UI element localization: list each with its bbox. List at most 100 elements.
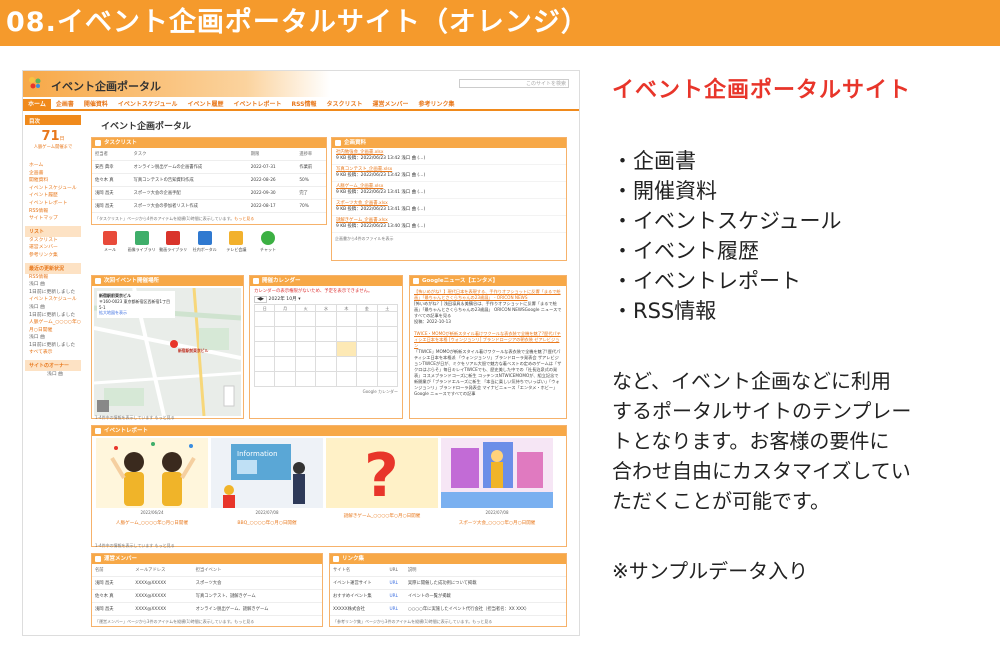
- day-cell[interactable]: [275, 342, 296, 357]
- nav-item[interactable]: イベントレポート: [228, 99, 286, 111]
- nav-item[interactable]: RSS情報: [286, 99, 321, 111]
- day-cell[interactable]: [336, 372, 358, 387]
- news-title-link[interactable]: 【怖いめがね？】現代日本を表現する、手作りオフショットに反響「まるで絵画」「最ち…: [414, 289, 562, 301]
- url-link[interactable]: URL: [386, 602, 405, 616]
- report-title[interactable]: 人脈ゲーム_○○○○年○月○日開催: [96, 520, 208, 526]
- day-cell[interactable]: [336, 312, 358, 327]
- news-title-link[interactable]: TWICE・MOMOが斬新スタイル着けワクールな表衣装で全機を魅了?歴代パティシ…: [414, 331, 562, 349]
- day-cell-today[interactable]: [336, 342, 358, 357]
- recent-item[interactable]: 人脈ゲーム_○○○○年○月○日開催: [25, 319, 81, 334]
- day-cell[interactable]: [377, 312, 398, 327]
- recent-item[interactable]: RSS情報: [25, 274, 81, 282]
- day-cell[interactable]: [377, 372, 398, 387]
- file-item[interactable]: 写真コンテスト_企画書.xlsx 9 KB 投稿：2022/06/23 13:42…: [332, 165, 566, 182]
- nav-item[interactable]: 参考リンク集: [414, 99, 460, 111]
- file-item[interactable]: スポーツ大会_企画書.xlsx 9 KB 投稿：2022/06/23 13:41 …: [332, 199, 566, 216]
- intranet-app[interactable]: 社内ポータル: [190, 231, 220, 253]
- file-item[interactable]: 人脈ゲーム_企画書.xlsx 9 KB 投稿：2022/06/23 13:41 浅…: [332, 182, 566, 199]
- table-row[interactable]: 浅岡 昌夫 スポーツ大会の参加者リスト作成 2022-08-17 70%: [92, 199, 326, 213]
- nav-item[interactable]: イベント履歴: [182, 99, 228, 111]
- side-link[interactable]: イベントスケジュール: [25, 185, 81, 193]
- file-link[interactable]: 謎解きゲーム_企画書.xlsx: [336, 218, 388, 223]
- nav-item[interactable]: 運営メンバー: [368, 99, 414, 111]
- day-cell[interactable]: [316, 312, 337, 327]
- table-row[interactable]: 佐々木 真 XXXX@XXXXX 写真コンテスト、謎解きゲーム: [92, 589, 322, 603]
- day-cell[interactable]: [275, 372, 296, 387]
- file-link[interactable]: スポーツ大会_企画書.xlsx: [336, 201, 388, 206]
- image-library-app[interactable]: 画像ライブラリ: [127, 231, 157, 253]
- report-title[interactable]: BBQ_○○○○年○月○日開催: [211, 520, 323, 526]
- day-cell[interactable]: [316, 372, 337, 387]
- day-cell[interactable]: [377, 357, 398, 372]
- table-row[interactable]: 安西 典幸 オンライン脱出ゲームの企画書作成 2022-07-31 作業前: [92, 160, 326, 174]
- day-cell[interactable]: [336, 327, 358, 342]
- day-cell[interactable]: [295, 342, 317, 357]
- table-row[interactable]: 佐々木 真写真コンテストの告知資料作成 2022-08-26 50%: [92, 173, 326, 187]
- day-cell[interactable]: [295, 327, 317, 342]
- day-cell[interactable]: [316, 327, 337, 342]
- report-item[interactable]: Information 2022/07/08 BBQ_○○○○年○月○日開催: [211, 438, 323, 542]
- nav-item[interactable]: 開催資料: [79, 99, 113, 111]
- side-link[interactable]: 参考リンク集: [25, 252, 81, 260]
- day-cell[interactable]: [377, 342, 398, 357]
- day-cell[interactable]: [357, 312, 378, 327]
- video-library-app[interactable]: 動画ライブラリ: [158, 231, 188, 253]
- day-cell[interactable]: [295, 372, 317, 387]
- day-cell[interactable]: [255, 357, 276, 372]
- day-cell[interactable]: [336, 357, 358, 372]
- more-link[interactable]: もっと見る: [234, 216, 254, 221]
- url-link[interactable]: URL: [386, 576, 405, 590]
- video-conference-app[interactable]: テレビ会議: [221, 231, 251, 253]
- nav-item[interactable]: イベントスケジュール: [113, 99, 183, 111]
- report-title[interactable]: スポーツ大会_○○○○年○月○日開催: [441, 520, 553, 526]
- report-item[interactable]: 2022/07/08 スポーツ大会_○○○○年○月○日開催: [441, 438, 553, 542]
- chat-app[interactable]: チャット: [253, 231, 283, 253]
- day-cell[interactable]: [255, 327, 276, 342]
- day-cell[interactable]: [275, 357, 296, 372]
- url-link[interactable]: URL: [386, 589, 405, 603]
- day-cell[interactable]: [255, 372, 276, 387]
- mail-app[interactable]: メール: [95, 231, 125, 253]
- side-link[interactable]: 企画書: [25, 170, 81, 178]
- file-link[interactable]: 社内勉強会_企画書.xlsx: [336, 150, 383, 155]
- side-link[interactable]: ホーム: [25, 162, 81, 170]
- day-cell[interactable]: [316, 357, 337, 372]
- table-row[interactable]: 浅岡 昌夫 XXXX@XXXXX スポーツ大会: [92, 576, 322, 590]
- enlarge-map-link[interactable]: 拡大地図を表示: [99, 310, 173, 316]
- recent-item[interactable]: イベントスケジュール: [25, 296, 81, 304]
- table-row[interactable]: 浅岡 昌夫 XXXX@XXXXX オンライン脱出ゲーム、謎解きゲーム: [92, 602, 322, 616]
- nav-item[interactable]: タスクリスト: [321, 99, 367, 111]
- side-link[interactable]: イベントレポート: [25, 200, 81, 208]
- day-cell[interactable]: [316, 342, 337, 357]
- day-cell[interactable]: [377, 327, 398, 342]
- side-link[interactable]: RSS情報: [25, 208, 81, 216]
- side-link[interactable]: イベント履歴: [25, 192, 81, 200]
- file-item[interactable]: 社内勉強会_企画書.xlsx 9 KB 投稿：2022/06/23 13:42 浅…: [332, 148, 566, 165]
- nav-item[interactable]: ホーム: [23, 99, 51, 111]
- file-link[interactable]: 人脈ゲーム_企画書.xlsx: [336, 184, 383, 189]
- day-cell[interactable]: [295, 357, 317, 372]
- side-link[interactable]: タスクリスト: [25, 237, 81, 245]
- day-cell[interactable]: [357, 342, 378, 357]
- report-item[interactable]: ? 謎解きゲーム_○○○○年○月○日開催: [326, 438, 438, 542]
- day-cell[interactable]: [255, 312, 276, 327]
- day-cell[interactable]: [357, 357, 378, 372]
- table-row[interactable]: イベント運営サイト URL 実際に開催した成功例について掲載: [330, 576, 566, 590]
- site-title[interactable]: イベント企画ポータル: [51, 78, 161, 94]
- day-cell[interactable]: [275, 312, 296, 327]
- side-link[interactable]: 開催資料: [25, 177, 81, 185]
- table-row[interactable]: おすすめイベント集 URL イベントの一覧が掲載: [330, 589, 566, 603]
- day-cell[interactable]: [357, 327, 378, 342]
- day-cell[interactable]: [255, 342, 276, 357]
- recent-show-all[interactable]: すべて表示: [25, 349, 81, 357]
- day-cell[interactable]: [295, 312, 317, 327]
- file-item[interactable]: 謎解きゲーム_企画書.xlsx 9 KB 投稿：2022/06/23 13:40 …: [332, 216, 566, 233]
- side-link[interactable]: 運営メンバー: [25, 244, 81, 252]
- nav-item[interactable]: 企画書: [51, 99, 79, 111]
- file-link[interactable]: 写真コンテスト_企画書.xlsx: [336, 167, 392, 172]
- table-row[interactable]: 浅岡 昌夫 スポーツ大会の企画手配 2022-09-30 完了: [92, 186, 326, 200]
- side-link[interactable]: サイトマップ: [25, 215, 81, 223]
- report-title[interactable]: 謎解きゲーム_○○○○年○月○日開催: [326, 513, 438, 519]
- day-cell[interactable]: [275, 327, 296, 342]
- report-item[interactable]: 2022/06/24 人脈ゲーム_○○○○年○月○日開催: [96, 438, 208, 542]
